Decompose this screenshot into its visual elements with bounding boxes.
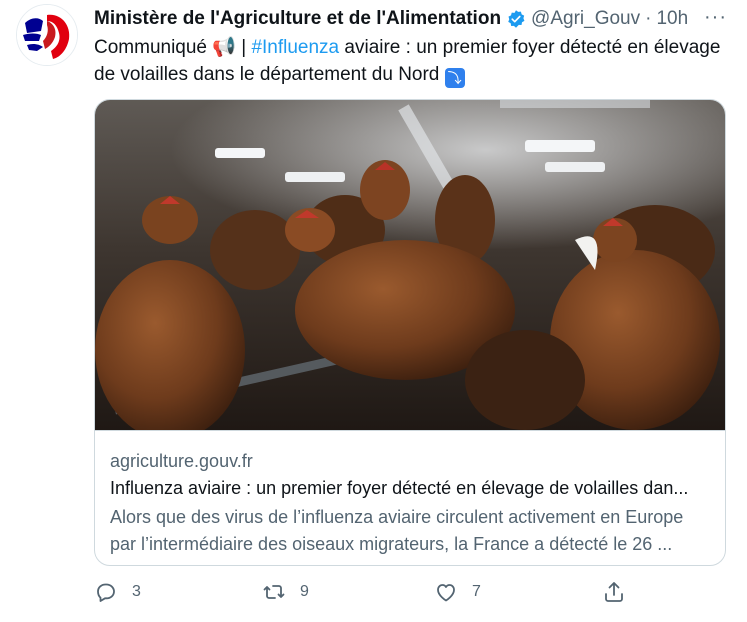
- card-title: Influenza aviaire : un premier foyer dét…: [110, 478, 689, 498]
- author-name[interactable]: Ministère de l'Agriculture et de l'Alime…: [94, 8, 501, 30]
- tweet-text: Communiqué 📢 | #Influenza aviaire : un p…: [94, 34, 724, 88]
- chickens-photo[interactable]: [95, 100, 725, 430]
- retweet-button[interactable]: 9: [262, 580, 309, 604]
- more-options-icon[interactable]: ···: [704, 6, 727, 29]
- marianne-logo: [17, 5, 77, 65]
- verified-badge-icon: [506, 9, 526, 29]
- text-intro: Communiqué 📢 |: [94, 37, 252, 58]
- reply-button[interactable]: 3: [94, 580, 141, 604]
- like-count: 7: [472, 583, 481, 600]
- retweet-icon: [263, 585, 285, 599]
- card-domain: agriculture.gouv.fr: [110, 451, 253, 471]
- arrow-down-emoji-icon: ⤵: [444, 68, 465, 88]
- heart-icon: [437, 584, 455, 602]
- separator: ·: [645, 8, 652, 29]
- hashtag-link[interactable]: #Influenza: [251, 37, 339, 58]
- share-icon: [605, 582, 623, 602]
- timestamp[interactable]: 10h: [656, 8, 688, 30]
- avatar[interactable]: [16, 4, 78, 66]
- link-card[interactable]: agriculture.gouv.fr Influenza aviaire : …: [94, 99, 726, 566]
- like-button[interactable]: 7: [434, 580, 481, 604]
- author-handle[interactable]: @Agri_Gouv: [531, 8, 640, 30]
- tweet-actions: 3 9 7: [94, 580, 694, 610]
- tweet-header: Ministère de l'Agriculture et de l'Alime…: [94, 6, 727, 32]
- retweet-count: 9: [300, 583, 309, 600]
- reply-icon: [97, 583, 115, 602]
- share-button[interactable]: [602, 580, 626, 604]
- card-body[interactable]: agriculture.gouv.fr Influenza aviaire : …: [95, 430, 725, 554]
- card-description: Alors que des virus de l’influenza aviai…: [110, 507, 684, 554]
- reply-count: 3: [132, 583, 141, 600]
